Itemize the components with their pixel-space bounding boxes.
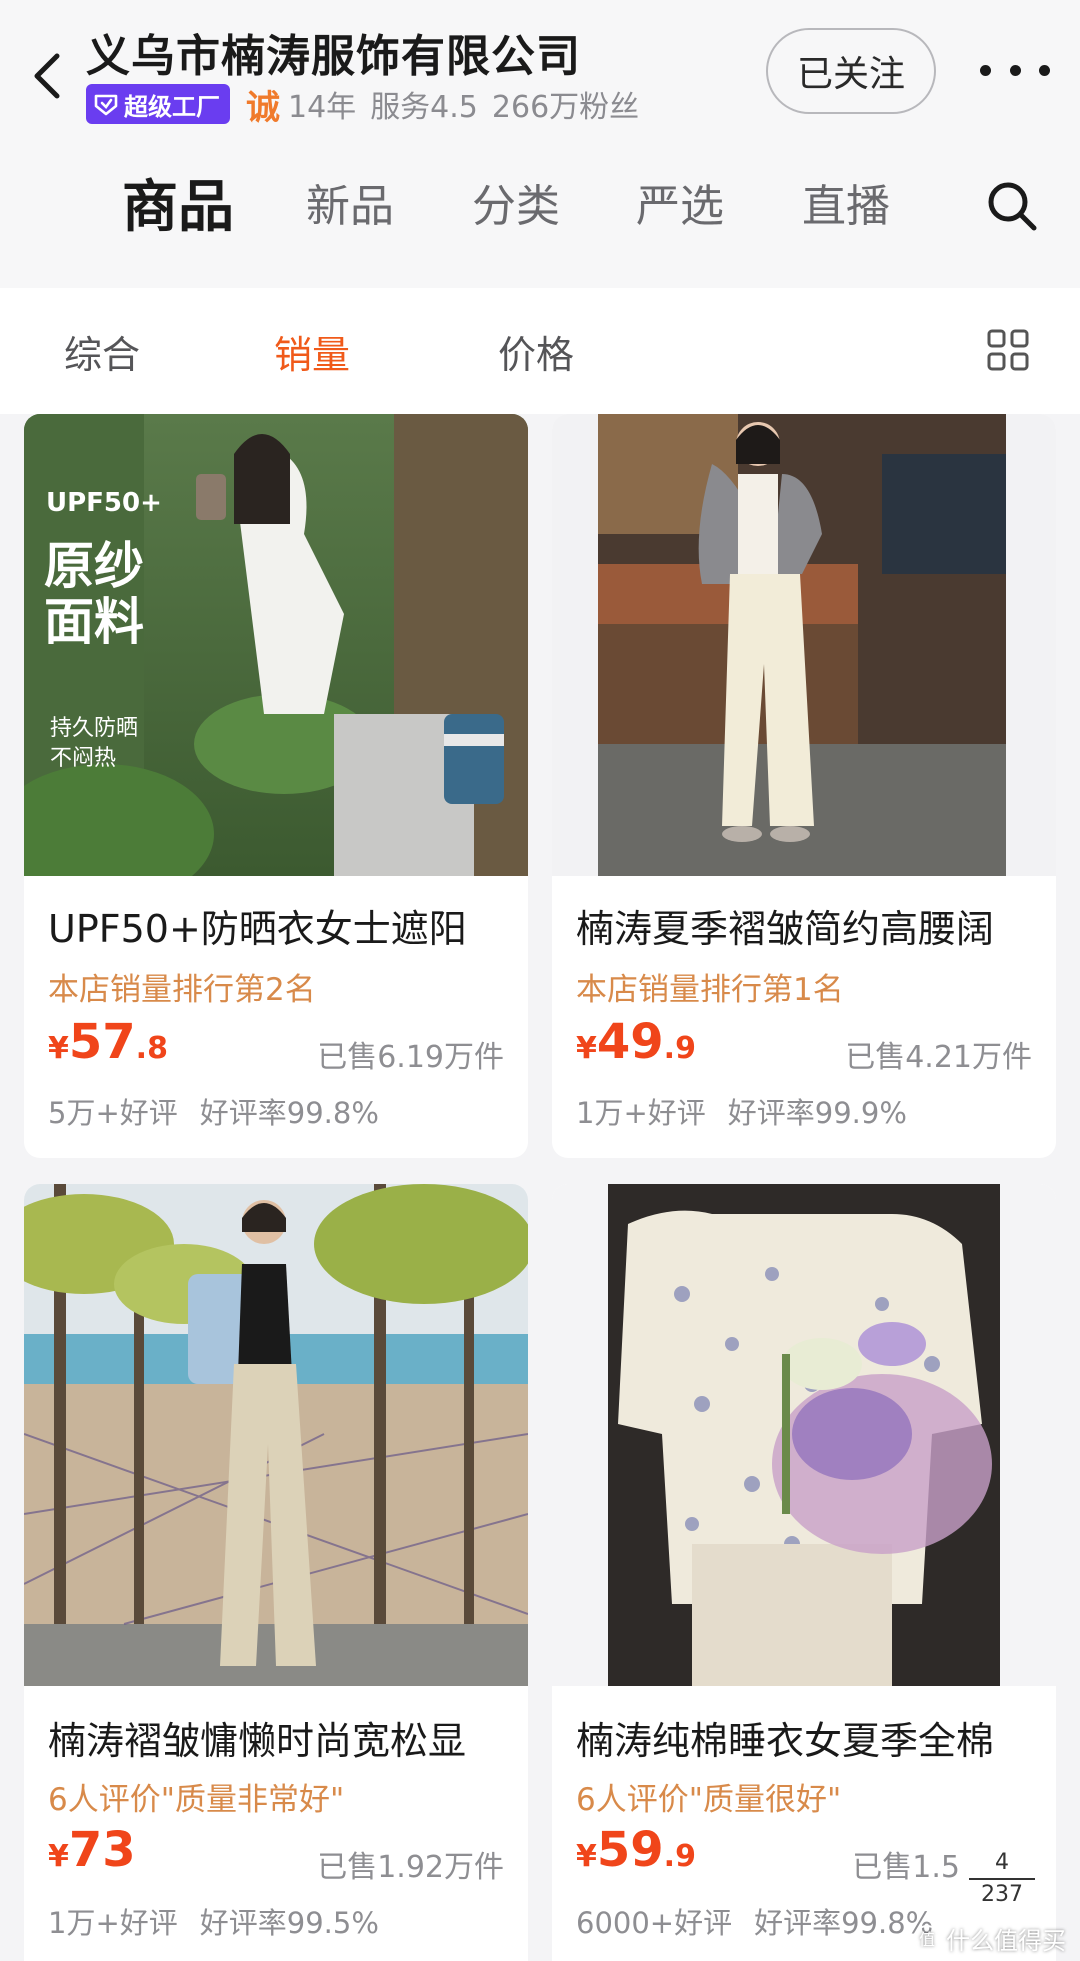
shop-name[interactable]: 义乌市楠涛服饰有限公司 [86,20,581,84]
page-indicator[interactable]: 4 237 [960,1838,1044,1920]
product-sold-count: 已售1.5 [852,1850,960,1885]
product-reviews: 1万+好评 好评率99.9% [576,1090,907,1132]
product-tagline: 6人评价"质量很好" [576,1782,842,1818]
price-decimal: .8 [135,1031,168,1066]
back-button[interactable] [22,48,70,104]
product-price: ¥73 [48,1822,136,1878]
price-decimal: .9 [663,1031,696,1066]
product-price: ¥57.8 [48,1014,168,1070]
promo-overlay-line: UPF50+ [46,488,162,518]
price-currency: ¥ [576,1839,597,1874]
price-integer: 49 [596,1014,664,1070]
product-title: 楠涛夏季褶皱简约高腰阔 [576,907,995,951]
product-title: 楠涛褶皱慵懒时尚宽松显 [48,1719,467,1763]
product-reviews: 6000+好评 好评率99.8% [576,1900,933,1942]
price-decimal: .9 [663,1839,696,1874]
good-review-rate: 好评率99.8% [754,1906,934,1940]
tab-live[interactable]: 直播 [802,170,890,234]
sort-overall[interactable]: 综合 [64,324,140,379]
product-sold-count: 已售4.21万件 [845,1040,1032,1075]
price-currency: ¥ [48,1839,69,1874]
product-image [552,1184,1056,1686]
good-review-count: 5万+好评 [48,1096,178,1130]
good-review-rate: 好评率99.5% [199,1906,379,1940]
price-integer: 73 [68,1822,136,1878]
promo-overlay-line: 不闷热 [50,746,117,771]
sort-sales[interactable]: 销量 [274,324,350,379]
main-tabs: 商品 新品 分类 严选 直播 [0,170,1080,250]
watermark-logo-icon: 值 [914,1925,940,1951]
shop-header: 义乌市楠涛服饰有限公司 超级工厂 诚 14年 服务4.5 266万粉丝 已关注 … [0,0,1080,288]
shop-badges: 超级工厂 诚 14年 服务4.5 266万粉丝 [86,84,640,128]
product-price: ¥59.9 [576,1822,696,1878]
promo-overlay-heading: 原纱 [44,537,144,595]
price-currency: ¥ [48,1031,69,1066]
shop-years: 14年 [288,90,357,125]
page-current: 4 [995,1850,1009,1875]
shop-fans: 266万粉丝 [491,90,640,125]
search-icon[interactable] [984,178,1040,234]
product-image [552,414,1056,876]
product-image [24,1184,528,1686]
product-tagline: 本店销量排行第2名 [48,972,316,1008]
page-total: 237 [981,1882,1023,1907]
product-card[interactable]: 楠涛夏季褶皱简约高腰阔 本店销量排行第1名 ¥49.9 已售4.21万件 1万+… [552,414,1056,1158]
price-integer: 57 [68,1014,136,1070]
tab-products[interactable]: 商品 [122,162,234,243]
product-price: ¥49.9 [576,1014,696,1070]
sort-price[interactable]: 价格 [498,324,574,379]
price-currency: ¥ [576,1031,597,1066]
super-factory-badge[interactable]: 超级工厂 [86,84,230,124]
dot-icon [1039,64,1050,76]
tab-selected[interactable]: 严选 [636,170,724,234]
product-card[interactable]: UPF50+ 原纱 面料 持久防晒 不闷热 UPF50+防晒衣女士遮阳 本店销量… [24,414,528,1158]
grid-view-icon[interactable] [986,328,1030,372]
product-tagline: 本店销量排行第1名 [576,972,844,1008]
more-options-button[interactable] [980,50,1050,90]
watermark-text: 什么值得买 [946,1926,1066,1955]
good-review-count: 1万+好评 [48,1906,178,1940]
product-tagline: 6人评价"质量非常好" [48,1782,345,1818]
factory-badge-icon [94,94,118,116]
super-factory-label: 超级工厂 [124,92,220,121]
watermark: 值 什么值得买 [914,1920,1066,1956]
follow-button[interactable]: 已关注 [766,28,936,114]
shop-service-score: 服务4.5 [370,90,478,125]
dot-icon [1009,64,1021,76]
product-reviews: 5万+好评 好评率99.8% [48,1090,379,1132]
good-review-count: 1万+好评 [576,1096,706,1130]
product-reviews: 1万+好评 好评率99.5% [48,1900,379,1942]
good-review-rate: 好评率99.9% [727,1096,907,1130]
dot-icon [980,64,991,76]
good-review-count: 6000+好评 [576,1906,733,1940]
product-title: 楠涛纯棉睡衣女夏季全棉 [576,1719,995,1763]
product-sold-count: 已售6.19万件 [317,1040,504,1075]
promo-overlay-heading: 面料 [44,593,144,651]
promo-overlay-line: 持久防晒 [50,716,139,741]
tab-new[interactable]: 新品 [306,170,394,234]
sort-bar: 综合 销量 价格 [0,288,1080,414]
price-integer: 59 [596,1822,664,1878]
chevron-left-icon [34,53,60,99]
product-card[interactable]: 楠涛褶皱慵懒时尚宽松显 6人评价"质量非常好" ¥73 已售1.92万件 1万+… [24,1184,528,1961]
product-title: UPF50+防晒衣女士遮阳 [48,907,467,951]
cheng-icon: 诚 [246,87,280,128]
good-review-rate: 好评率99.8% [199,1096,379,1130]
tab-category[interactable]: 分类 [472,170,560,234]
product-sold-count: 已售1.92万件 [317,1850,504,1885]
